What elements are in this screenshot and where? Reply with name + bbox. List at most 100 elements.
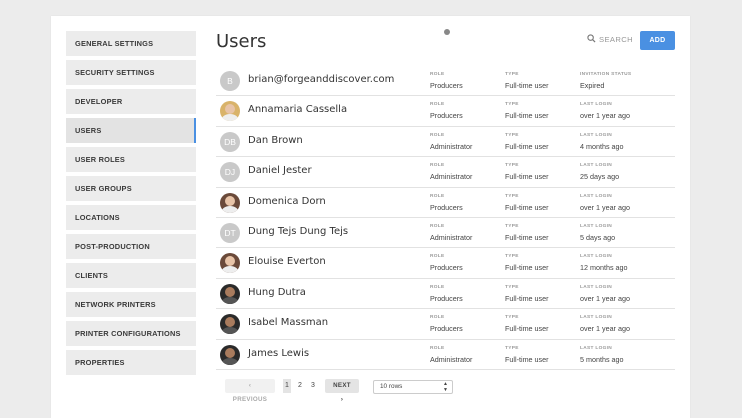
type-value: Full-time user (505, 232, 549, 242)
role-label: ROLE (430, 163, 445, 169)
sidebar-item-developer[interactable]: DEVELOPER (66, 89, 196, 114)
type-value: Full-time user (505, 202, 549, 212)
user-row[interactable]: DT Dung Tejs Dung Tejs ROLE Administrator TY… (216, 218, 675, 249)
status-value: 12 months ago (580, 263, 628, 273)
page-1-button[interactable]: 1 (283, 379, 291, 393)
type-value: Full-time user (505, 172, 549, 182)
status-cell: LAST LOGIN 5 months ago (580, 346, 624, 364)
status-cell: LAST LOGIN over 1 year ago (580, 194, 630, 212)
role-cell: ROLE Administrator (430, 224, 472, 242)
user-row[interactable]: James Lewis ROLE Administrator TYPE Full-tim… (216, 340, 675, 370)
page-2-button[interactable]: 2 (296, 379, 304, 393)
page-3-button[interactable]: 3 (309, 379, 317, 393)
type-label: TYPE (505, 72, 519, 77)
search-icon (587, 34, 596, 45)
avatar (220, 283, 240, 304)
role-label: ROLE (430, 315, 445, 321)
user-name[interactable]: Annamaria Cassella (248, 104, 347, 115)
next-page-button[interactable]: NEXT › (325, 379, 359, 403)
sidebar-item-users[interactable]: USERS (66, 118, 196, 143)
user-name[interactable]: Dan Brown (248, 135, 303, 146)
status-label: LAST LOGIN (580, 132, 613, 138)
status-label: INVITATION STATUS (580, 72, 632, 77)
user-name[interactable]: James Lewis (248, 348, 309, 359)
status-value: over 1 year ago (580, 324, 630, 334)
type-label: TYPE (505, 132, 519, 138)
sidebar-item-user-groups[interactable]: USER GROUPS (66, 176, 196, 201)
sidebar-item-post-production[interactable]: POST-PRODUCTION (66, 234, 196, 259)
user-name[interactable]: brian@forgeanddiscover.com (248, 74, 394, 85)
role-value: Producers (430, 81, 463, 90)
role-value: Producers (430, 293, 463, 303)
type-label: TYPE (505, 102, 519, 108)
role-cell: ROLE Administrator (430, 163, 472, 181)
avatar (220, 344, 240, 365)
role-value: Producers (430, 202, 463, 212)
status-label: LAST LOGIN (580, 315, 613, 321)
sidebar-item-security-settings[interactable]: SECURITY SETTINGS (66, 60, 196, 85)
avatar (220, 101, 240, 122)
user-name[interactable]: Dung Tejs Dung Tejs (248, 226, 348, 237)
status-value: 25 days ago (580, 172, 620, 182)
sidebar-item-user-roles[interactable]: USER ROLES (66, 147, 196, 172)
status-value: over 1 year ago (580, 111, 630, 121)
role-label: ROLE (430, 254, 445, 260)
status-label: LAST LOGIN (580, 284, 613, 290)
user-row[interactable]: Isabel Massman ROLE Producers TYPE Full-time… (216, 309, 675, 340)
role-cell: ROLE Producers (430, 72, 463, 90)
rows-per-page-select[interactable]: 10 rows ▲ ▼ (373, 380, 453, 394)
user-name[interactable]: Elouise Everton (248, 256, 326, 267)
add-user-button[interactable]: ADD (640, 31, 675, 50)
sidebar-item-general-settings[interactable]: GENERAL SETTINGS (66, 31, 196, 56)
user-row[interactable]: Elouise Everton ROLE Producers TYPE Full-tim… (216, 248, 675, 279)
settings-sidebar: GENERAL SETTINGS SECURITY SETTINGS DEVEL… (66, 31, 196, 379)
user-name[interactable]: Domenica Dorn (248, 196, 326, 207)
status-cell: LAST LOGIN 25 days ago (580, 163, 619, 181)
user-row[interactable]: DB Dan Brown ROLE Administrator TYPE Full-tim… (216, 127, 675, 158)
user-name[interactable]: Daniel Jester (248, 165, 312, 176)
type-label: TYPE (505, 193, 519, 199)
user-row[interactable]: Hung Dutra ROLE Producers TYPE Full-time use… (216, 279, 675, 310)
user-row[interactable]: DJ Daniel Jester ROLE Administrator TYPE Full… (216, 157, 675, 188)
previous-page-button[interactable]: ‹ PREVIOUS (225, 379, 275, 403)
type-cell: TYPE Full-time user (505, 346, 549, 364)
type-cell: TYPE Full-time user (505, 133, 549, 151)
user-list: Bbrian@forgeanddiscover.com ROLE Producers… (216, 66, 675, 370)
status-cell: LAST LOGIN 12 months ago (580, 254, 628, 272)
user-row[interactable]: Bbrian@forgeanddiscover.com ROLE Producers… (216, 66, 675, 97)
type-cell: TYPE Full-time user (505, 315, 549, 333)
user-row[interactable]: Annamaria Cassella ROLE Producers TYPE Full-… (216, 96, 675, 127)
role-value: Administrator (430, 232, 473, 242)
sidebar-item-printer-configurations[interactable]: PRINTER CONFIGURATIONS (66, 321, 196, 346)
role-cell: ROLE Administrator (430, 133, 472, 151)
settings-panel: GENERAL SETTINGS SECURITY SETTINGS DEVEL… (51, 16, 690, 418)
status-label: LAST LOGIN (580, 345, 613, 351)
user-name[interactable]: Isabel Massman (248, 317, 328, 328)
role-value: Producers (430, 111, 463, 121)
type-label: TYPE (505, 223, 519, 229)
role-cell: ROLE Producers (430, 285, 463, 303)
status-cell: LAST LOGIN over 1 year ago (580, 315, 630, 333)
sidebar-item-clients[interactable]: CLIENTS (66, 263, 196, 288)
type-cell: TYPE Full-time user (505, 72, 549, 90)
page-title: Users (216, 31, 267, 52)
role-label: ROLE (430, 193, 445, 199)
previous-label: PREVIOUS (232, 396, 268, 403)
rows-per-page-value: 10 rows (380, 383, 403, 390)
user-row[interactable]: Domenica Dorn ROLE Producers TYPE Full-time … (216, 188, 675, 218)
search-label: SEARCH (599, 35, 634, 44)
type-label: TYPE (505, 345, 519, 351)
select-arrows-icon: ▲ ▼ (443, 381, 448, 393)
search-button[interactable]: SEARCH (587, 34, 633, 45)
role-label: ROLE (430, 223, 445, 229)
status-label: LAST LOGIN (580, 163, 613, 169)
role-value: Administrator (430, 141, 473, 151)
sidebar-item-properties[interactable]: PROPERTIES (66, 350, 196, 375)
type-cell: TYPE Full-time user (505, 285, 549, 303)
sidebar-item-network-printers[interactable]: NETWORK PRINTERS (66, 292, 196, 317)
avatar (220, 192, 240, 213)
type-label: TYPE (505, 284, 519, 290)
user-name[interactable]: Hung Dutra (248, 287, 306, 298)
status-value: over 1 year ago (580, 293, 630, 303)
sidebar-item-locations[interactable]: LOCATIONS (66, 205, 196, 230)
